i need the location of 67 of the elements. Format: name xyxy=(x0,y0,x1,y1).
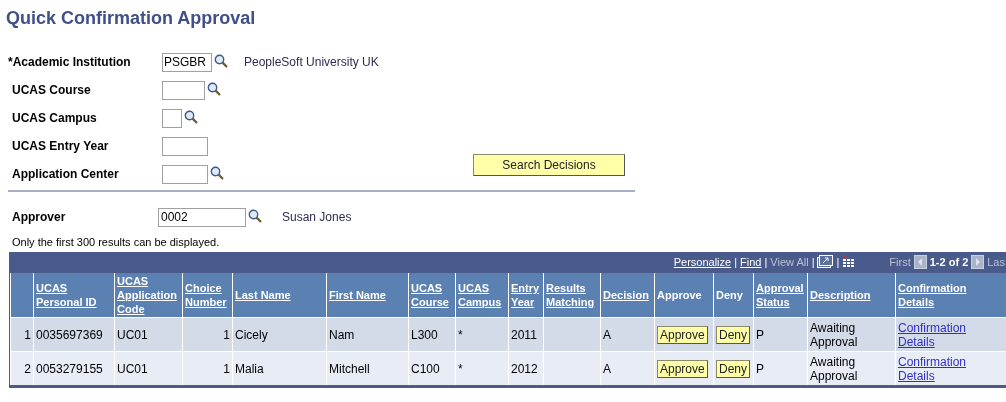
next-icon[interactable] xyxy=(971,255,985,269)
field-label: Approver xyxy=(11,210,67,224)
input-field[interactable] xyxy=(162,108,182,128)
table-cell: 0035697369 xyxy=(36,327,103,342)
table-cell: 2011 xyxy=(511,327,537,342)
input-field[interactable]: PSGBR xyxy=(162,52,212,72)
column-header: Approve xyxy=(657,288,702,302)
table-cell: A xyxy=(603,327,611,342)
deny-button[interactable]: Deny xyxy=(716,359,750,378)
table-cell: 1 xyxy=(223,361,230,376)
table-cell: L300 xyxy=(411,327,438,342)
search-icon[interactable] xyxy=(214,53,228,68)
search-icon[interactable] xyxy=(184,109,198,124)
separator: | xyxy=(764,256,768,268)
table-cell: * xyxy=(458,361,463,376)
table-cell: 2012 xyxy=(511,361,538,376)
separator: | xyxy=(836,256,840,268)
table-cell: P xyxy=(756,361,764,376)
table-cell: Nam xyxy=(329,327,355,342)
table-cell: Cicely xyxy=(235,327,268,342)
separator: | xyxy=(811,256,815,268)
previous-icon[interactable] xyxy=(913,255,927,269)
table-cell: Awaiting Approval xyxy=(810,320,858,349)
separator: | xyxy=(734,256,738,268)
field-description: Susan Jones xyxy=(282,210,352,224)
deny-button[interactable]: Deny xyxy=(716,325,750,344)
field-label: *Academic Institution xyxy=(7,55,132,69)
field-label: UCAS Entry Year xyxy=(11,139,110,153)
page-title: Quick Confirmation Approval xyxy=(6,7,257,30)
table-cell: A xyxy=(603,361,611,376)
view-all-link[interactable]: View All xyxy=(770,256,809,268)
input-field[interactable] xyxy=(162,164,208,184)
table-cell: Mitchell xyxy=(329,361,370,376)
page-range: 1-2 of 2 xyxy=(929,256,969,268)
first-link[interactable]: First xyxy=(889,256,911,268)
table-cell: * xyxy=(458,327,463,342)
input-field[interactable] xyxy=(162,80,205,100)
column-header[interactable]: Last Name xyxy=(235,288,291,302)
find-link[interactable]: Find xyxy=(740,256,762,268)
personalize-link[interactable]: Personalize xyxy=(673,256,732,268)
table-cell: UC01 xyxy=(117,361,148,376)
row-number: 1 xyxy=(24,327,31,342)
table-cell: UC01 xyxy=(117,327,148,342)
search-icon[interactable] xyxy=(210,165,224,180)
column-header: Deny xyxy=(716,288,743,302)
spreadsheet-icon[interactable] xyxy=(842,255,857,269)
table-cell: Awaiting Approval xyxy=(810,354,858,383)
field-label: UCAS Campus xyxy=(11,111,98,125)
table-cell: P xyxy=(756,327,764,342)
info-text: Only the first 300 results can be displayed. xyxy=(12,236,221,250)
table-cell: Malia xyxy=(235,361,264,376)
table-cell: C100 xyxy=(411,361,440,376)
field-description: PeopleSoft University UK xyxy=(244,55,379,69)
field-label: Application Center xyxy=(11,167,120,181)
search-button[interactable]: Search Decisions xyxy=(473,154,625,176)
approve-button[interactable]: Approve xyxy=(657,359,708,378)
field-label: UCAS Course xyxy=(11,83,92,97)
new-window-icon[interactable] xyxy=(817,255,834,269)
search-icon[interactable] xyxy=(248,208,262,223)
table-cell: 0053279155 xyxy=(36,361,103,376)
row-number: 2 xyxy=(24,361,31,376)
input-field[interactable]: 0002 xyxy=(158,207,246,227)
table-cell: 1 xyxy=(223,327,230,342)
input-field[interactable] xyxy=(162,136,208,156)
search-icon[interactable] xyxy=(207,81,221,96)
approve-button[interactable]: Approve xyxy=(657,325,708,344)
last-link[interactable]: Las xyxy=(987,256,1005,268)
